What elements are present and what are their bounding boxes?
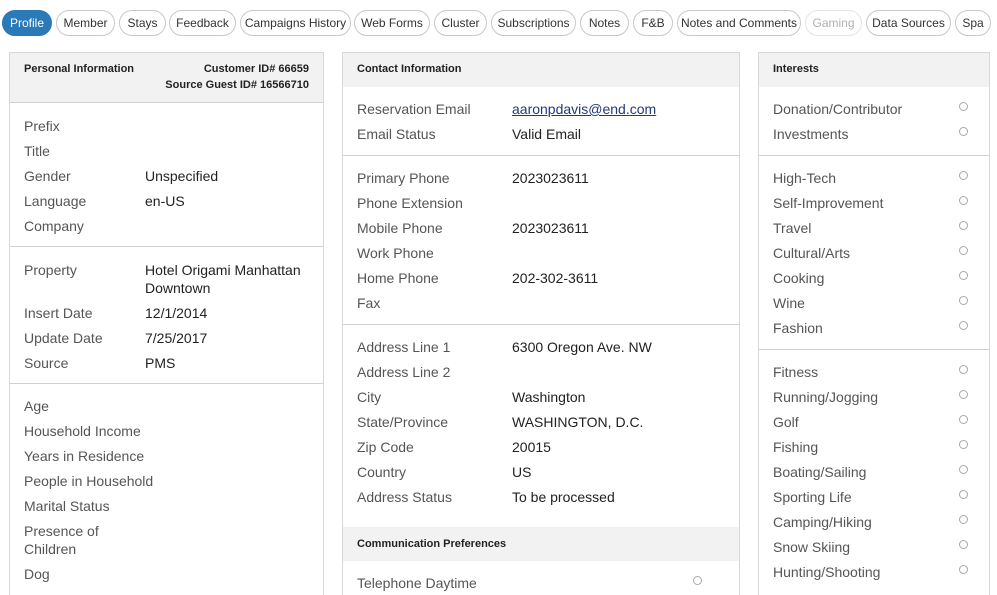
address-section: Address Line 1 6300 Oregon Ave. NW Addres… (343, 324, 739, 561)
radio-icon[interactable] (959, 365, 968, 374)
customer-id: Customer ID# 66659 (203, 63, 309, 75)
radio-icon[interactable] (959, 221, 968, 230)
tab-spa[interactable]: Spa (955, 10, 991, 36)
email-link[interactable]: aaronpdavis@end.com (512, 101, 656, 117)
radio-icon[interactable] (959, 515, 968, 524)
tab-campaigns-history[interactable]: Campaigns History (240, 10, 351, 36)
personal-information-header: Personal Information Customer ID# 66659 … (10, 53, 323, 102)
tab-data-sources[interactable]: Data Sources (866, 10, 951, 36)
interests-panel: Interests Donation/Contributor Investmen… (758, 52, 990, 595)
radio-icon[interactable] (959, 321, 968, 330)
email-section: Reservation Email aaronpdavis@end.com Em… (357, 101, 657, 142)
interests-group-3: Fitness Running/Jogging Golf Fishing Boa… (759, 349, 989, 595)
radio-icon[interactable] (959, 196, 968, 205)
contact-information-panel: Contact Information Reservation Email aa… (342, 52, 740, 595)
tab-cluster[interactable]: Cluster (434, 10, 487, 36)
radio-icon[interactable] (959, 415, 968, 424)
interests-group-1: Donation/Contributor Investments (759, 87, 989, 155)
radio-icon[interactable] (959, 171, 968, 180)
contact-information-header: Contact Information (343, 53, 739, 87)
source-guest-id: Source Guest ID# 16566710 (165, 79, 309, 91)
property-section: Property Hotel Origami Manhattan Downtow… (10, 246, 323, 383)
identity-section: Prefix Title Gender Unspecified Language e… (10, 102, 323, 246)
radio-icon[interactable] (959, 127, 968, 136)
profile-tabs: Profile Member Stays Feedback Campaigns … (0, 0, 997, 46)
tab-profile[interactable]: Profile (2, 10, 52, 36)
radio-icon[interactable] (959, 271, 968, 280)
tab-fnb[interactable]: F&B (633, 10, 673, 36)
tab-notes-and-comments[interactable]: Notes and Comments (677, 10, 801, 36)
radio-icon[interactable] (959, 296, 968, 305)
phone-section: Primary Phone 2023023611 Phone Extension … (343, 155, 739, 324)
radio-icon[interactable] (959, 540, 968, 549)
radio-icon[interactable] (959, 565, 968, 574)
demographics-section: Age Household Income Years in Residence … (10, 383, 323, 595)
tab-gaming: Gaming (805, 10, 862, 36)
tab-feedback[interactable]: Feedback (169, 10, 236, 36)
tab-subscriptions[interactable]: Subscriptions (491, 10, 576, 36)
personal-information-panel: Personal Information Customer ID# 66659 … (9, 52, 324, 595)
panel-title: Interests (773, 63, 819, 75)
communication-preferences-header: Communication Preferences (343, 527, 739, 561)
tab-web-forms[interactable]: Web Forms (354, 10, 430, 36)
tab-stays[interactable]: Stays (119, 10, 166, 36)
tab-member[interactable]: Member (56, 10, 115, 36)
radio-icon[interactable] (959, 102, 968, 111)
radio-icon[interactable] (959, 490, 968, 499)
tab-notes[interactable]: Notes (580, 10, 629, 36)
panel-title: Personal Information (24, 63, 135, 75)
interests-group-2: High-Tech Self-Improvement Travel Cultur… (759, 155, 989, 349)
interests-header: Interests (759, 53, 989, 87)
panel-title: Contact Information (357, 63, 462, 75)
radio-icon[interactable] (959, 440, 968, 449)
radio-icon[interactable] (959, 246, 968, 255)
radio-icon[interactable] (693, 576, 702, 585)
section-title: Communication Preferences (357, 538, 507, 550)
radio-icon[interactable] (959, 465, 968, 474)
radio-icon[interactable] (959, 390, 968, 399)
